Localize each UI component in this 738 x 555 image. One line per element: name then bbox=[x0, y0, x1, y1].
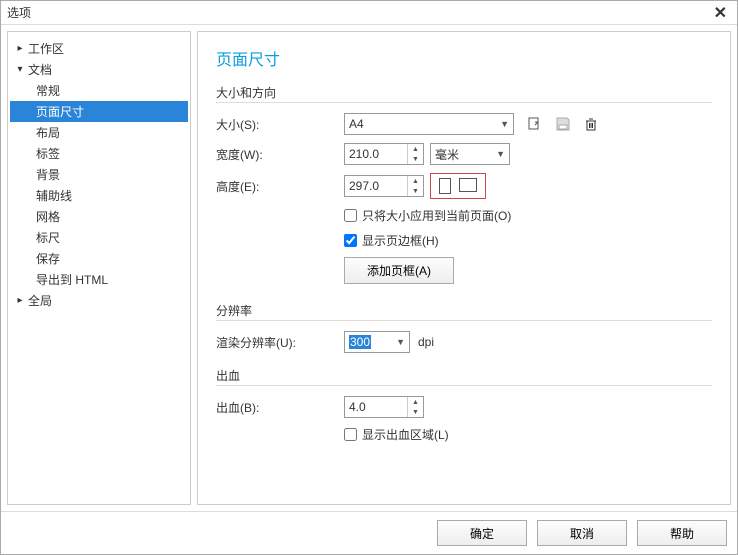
tree-item[interactable]: 页面尺寸 bbox=[10, 101, 188, 122]
tree-label: 页面尺寸 bbox=[36, 103, 84, 120]
add-page-frame-button[interactable]: 添加页框(A) bbox=[344, 257, 454, 284]
checkbox-show-bleed[interactable] bbox=[344, 428, 357, 441]
section-size-orientation: 大小和方向 bbox=[216, 84, 712, 101]
orientation-portrait-button[interactable] bbox=[439, 178, 451, 194]
tree-item[interactable]: 网格 bbox=[10, 206, 188, 227]
orientation-group bbox=[430, 173, 486, 199]
row-height: 高度(E): 297.0 ▲▼ bbox=[216, 173, 712, 199]
tree-item[interactable]: 辅助线 bbox=[10, 185, 188, 206]
save-preset-icon[interactable] bbox=[526, 115, 544, 133]
nav-tree[interactable]: ▸工作区▾文档常规页面尺寸布局标签背景辅助线网格标尺保存导出到 HTML▸全局 bbox=[7, 31, 191, 505]
tree-label: 常规 bbox=[36, 82, 60, 99]
tree-item[interactable]: ▸全局 bbox=[10, 290, 188, 311]
divider bbox=[216, 385, 712, 386]
tree-item[interactable]: ▸工作区 bbox=[10, 38, 188, 59]
close-icon[interactable]: ✕ bbox=[710, 3, 731, 23]
row-size: 大小(S): A4 ▼ bbox=[216, 113, 712, 135]
tree-label: 辅助线 bbox=[36, 187, 72, 204]
spin-down-icon[interactable]: ▼ bbox=[408, 407, 423, 417]
label-width: 宽度(W): bbox=[216, 146, 344, 163]
options-dialog: 选项 ✕ ▸工作区▾文档常规页面尺寸布局标签背景辅助线网格标尺保存导出到 HTM… bbox=[0, 0, 738, 555]
row-render-resolution: 渲染分辨率(U): 300 ▼ dpi bbox=[216, 331, 712, 353]
tree-item[interactable]: ▾文档 bbox=[10, 59, 188, 80]
spin-up-icon[interactable]: ▲ bbox=[408, 397, 423, 407]
dialog-body: ▸工作区▾文档常规页面尺寸布局标签背景辅助线网格标尺保存导出到 HTML▸全局 … bbox=[1, 25, 737, 511]
divider bbox=[216, 320, 712, 321]
spin-down-icon[interactable]: ▼ bbox=[408, 154, 423, 164]
orientation-landscape-button[interactable] bbox=[459, 178, 477, 192]
cancel-button[interactable]: 取消 bbox=[537, 520, 627, 546]
label-height: 高度(E): bbox=[216, 178, 344, 195]
chevron-down-icon: ▼ bbox=[496, 149, 505, 159]
tree-label: 文档 bbox=[28, 61, 52, 78]
spin-up-icon[interactable]: ▲ bbox=[408, 176, 423, 186]
tree-item[interactable]: 布局 bbox=[10, 122, 188, 143]
trash-icon[interactable] bbox=[582, 115, 600, 133]
tree-label: 导出到 HTML bbox=[36, 271, 108, 288]
spin-down-icon[interactable]: ▼ bbox=[408, 186, 423, 196]
tree-label: 工作区 bbox=[28, 40, 64, 57]
tree-item[interactable]: 标签 bbox=[10, 143, 188, 164]
tree-item[interactable]: 标尺 bbox=[10, 227, 188, 248]
window-title: 选项 bbox=[7, 4, 710, 21]
tree-label: 保存 bbox=[36, 250, 60, 267]
check-show-border[interactable]: 显示页边框(H) bbox=[344, 232, 712, 249]
tree-item[interactable]: 常规 bbox=[10, 80, 188, 101]
label-size: 大小(S): bbox=[216, 116, 344, 133]
help-button[interactable]: 帮助 bbox=[637, 520, 727, 546]
dialog-footer: 确定 取消 帮助 bbox=[1, 511, 737, 554]
chevron-down-icon: ▼ bbox=[500, 119, 509, 129]
size-tools bbox=[526, 115, 600, 133]
label-render-resolution: 渲染分辨率(U): bbox=[216, 334, 344, 351]
spin-width[interactable]: 210.0 ▲▼ bbox=[344, 143, 424, 165]
combo-unit[interactable]: 毫米 ▼ bbox=[430, 143, 510, 165]
spin-up-icon[interactable]: ▲ bbox=[408, 144, 423, 154]
tree-item[interactable]: 保存 bbox=[10, 248, 188, 269]
tree-label: 标尺 bbox=[36, 229, 60, 246]
combo-page-size[interactable]: A4 ▼ bbox=[344, 113, 514, 135]
label-show-bleed: 显示出血区域(L) bbox=[362, 426, 449, 443]
check-show-bleed[interactable]: 显示出血区域(L) bbox=[344, 426, 712, 443]
spin-bleed[interactable]: 4.0 ▲▼ bbox=[344, 396, 424, 418]
tree-label: 背景 bbox=[36, 166, 60, 183]
combo-render-resolution[interactable]: 300 ▼ bbox=[344, 331, 410, 353]
chevron-down-icon: ▼ bbox=[396, 337, 405, 347]
disk-icon[interactable] bbox=[554, 115, 572, 133]
row-width: 宽度(W): 210.0 ▲▼ 毫米 ▼ bbox=[216, 143, 712, 165]
caret-right-icon[interactable]: ▸ bbox=[14, 43, 26, 54]
section-bleed: 出血 bbox=[216, 367, 712, 384]
label-show-border: 显示页边框(H) bbox=[362, 232, 439, 249]
titlebar: 选项 ✕ bbox=[1, 1, 737, 25]
settings-panel: 页面尺寸 大小和方向 大小(S): A4 ▼ 宽度(W): 210.0 bbox=[197, 31, 731, 505]
caret-right-icon[interactable]: ▸ bbox=[14, 295, 26, 306]
section-resolution: 分辨率 bbox=[216, 302, 712, 319]
checkbox-show-border[interactable] bbox=[344, 234, 357, 247]
divider bbox=[216, 102, 712, 103]
tree-label: 网格 bbox=[36, 208, 60, 225]
row-bleed: 出血(B): 4.0 ▲▼ bbox=[216, 396, 712, 418]
tree-label: 布局 bbox=[36, 124, 60, 141]
caret-down-icon[interactable]: ▾ bbox=[14, 64, 26, 75]
label-dpi: dpi bbox=[418, 335, 434, 349]
checkbox-apply-current[interactable] bbox=[344, 209, 357, 222]
spin-height[interactable]: 297.0 ▲▼ bbox=[344, 175, 424, 197]
label-apply-current: 只将大小应用到当前页面(O) bbox=[362, 207, 511, 224]
tree-label: 标签 bbox=[36, 145, 60, 162]
label-bleed: 出血(B): bbox=[216, 399, 344, 416]
check-apply-current[interactable]: 只将大小应用到当前页面(O) bbox=[344, 207, 712, 224]
tree-item[interactable]: 导出到 HTML bbox=[10, 269, 188, 290]
ok-button[interactable]: 确定 bbox=[437, 520, 527, 546]
tree-label: 全局 bbox=[28, 292, 52, 309]
panel-heading: 页面尺寸 bbox=[216, 46, 712, 70]
tree-item[interactable]: 背景 bbox=[10, 164, 188, 185]
